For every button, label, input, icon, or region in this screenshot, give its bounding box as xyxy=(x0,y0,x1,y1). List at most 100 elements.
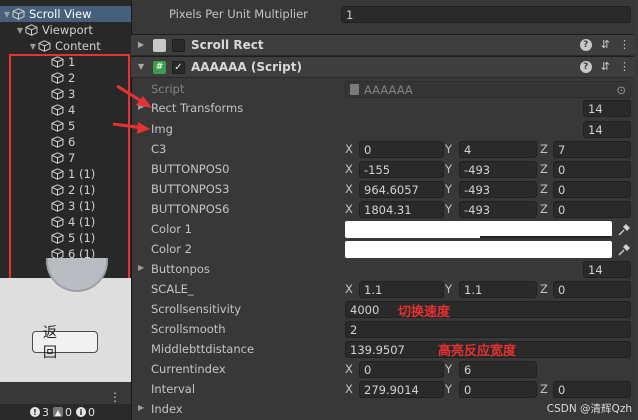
hierarchy-item[interactable]: ▼ Scroll View xyxy=(0,6,131,22)
hierarchy-item[interactable]: 4 xyxy=(0,102,131,118)
foldout-arrow-icon[interactable]: ▶ xyxy=(138,263,144,272)
buttonpos3-z-field[interactable]: 0 xyxy=(553,181,631,198)
x-axis-label: X xyxy=(345,182,353,196)
collapse-arrow-icon[interactable]: ▶ xyxy=(138,40,144,49)
foldout-arrow-icon[interactable]: ▶ xyxy=(138,403,144,412)
hierarchy-item[interactable]: 7 xyxy=(0,150,131,166)
img-size-field[interactable]: 14 xyxy=(583,121,631,138)
scale-label: SCALE_ xyxy=(151,282,194,296)
currentindex-y-field[interactable]: 6 xyxy=(459,361,537,378)
interval-y-field[interactable]: 0 xyxy=(459,381,537,398)
scale-y-field[interactable]: 1.1 xyxy=(459,281,537,298)
hierarchy-item[interactable]: 1 xyxy=(0,54,131,70)
presets-icon[interactable]: ⇵ xyxy=(601,38,610,51)
hierarchy-item[interactable]: 5 xyxy=(0,118,131,134)
foldout-arrow-icon[interactable]: ▶ xyxy=(138,102,144,111)
hierarchy-footer: ⋮ ! 3 ▲ 0 i0 xyxy=(0,382,131,420)
hierarchy-item[interactable]: ▼ Content xyxy=(0,38,131,54)
object-picker-icon[interactable]: ⊙ xyxy=(616,83,626,97)
gameobject-cube-icon xyxy=(51,232,65,244)
scale-z-field[interactable]: 0 xyxy=(553,281,631,298)
scroll-rect-title: Scroll Rect xyxy=(191,38,264,52)
foldout-arrow-icon[interactable]: ▼ xyxy=(28,42,38,51)
interval-z-field[interactable]: 0 xyxy=(553,381,631,398)
x-axis-label: X xyxy=(345,142,353,156)
csdn-watermark: CSDN @清辉Qzh xyxy=(546,403,632,415)
c3-label: C3 xyxy=(151,142,167,156)
c3-z-field[interactable]: 7 xyxy=(553,141,631,158)
scrollsensitivity-row: Scrollsensitivity 4000 xyxy=(131,300,638,320)
scale-x-field[interactable]: 1.1 xyxy=(359,281,444,298)
c3-x-field[interactable]: 0 xyxy=(359,141,444,158)
rect-transforms-size-field[interactable]: 14 xyxy=(583,100,631,117)
back-button[interactable]: 返 回 xyxy=(32,325,98,361)
gameobject-cube-icon xyxy=(51,168,65,180)
buttonpos0-y-field[interactable]: -493 xyxy=(459,161,537,178)
scrollsmooth-field[interactable]: 2 xyxy=(345,321,631,338)
y-axis-label: Y xyxy=(445,142,453,156)
hierarchy-item[interactable]: 5 (1) xyxy=(0,230,131,246)
hierarchy-item[interactable]: 3 (1) xyxy=(0,198,131,214)
color2-label: Color 2 xyxy=(151,242,192,256)
hierarchy-item[interactable]: 2 xyxy=(0,70,131,86)
game-view-circle xyxy=(46,258,108,292)
context-menu-icon[interactable]: ⋮ xyxy=(619,60,630,73)
currentindex-x-field[interactable]: 0 xyxy=(359,361,444,378)
message-count-badge[interactable]: i0 xyxy=(76,406,95,419)
interval-label: Interval xyxy=(151,382,196,396)
buttonpos-row[interactable]: ▶ Buttonpos 14 xyxy=(131,260,638,280)
scroll-rect-enabled-checkbox[interactable] xyxy=(172,39,185,52)
buttonpos3-x-field[interactable]: 964.6057 xyxy=(359,181,444,198)
buttonpos6-z-field[interactable]: 0 xyxy=(553,201,631,218)
buttonpos-size-field[interactable]: 14 xyxy=(583,261,631,278)
gameobject-cube-icon xyxy=(51,152,65,164)
buttonpos6-x-field[interactable]: 1804.31 xyxy=(359,201,444,218)
more-icon[interactable]: ⋮ xyxy=(109,390,121,404)
buttonpos3-y-field[interactable]: -493 xyxy=(459,181,537,198)
scroll-rect-header[interactable]: ▶ Scroll Rect ? ⇵ ⋮ xyxy=(131,34,638,56)
scrollsensitivity-field[interactable]: 4000 xyxy=(345,301,631,318)
color2-swatch[interactable] xyxy=(345,241,612,258)
img-row[interactable]: ▶ Img 14 xyxy=(131,120,638,140)
img-label: Img xyxy=(151,122,173,136)
presets-icon[interactable]: ⇵ xyxy=(601,60,610,73)
hierarchy-item[interactable]: 1 (1) xyxy=(0,166,131,182)
warning-count-badge[interactable]: ▲ 0 xyxy=(53,406,72,419)
rect-transforms-row[interactable]: ▶ Rect Transforms 14 xyxy=(131,99,638,119)
error-count-badge[interactable]: ! 3 xyxy=(30,406,49,419)
console-status-bar[interactable]: ! 3 ▲ 0 i0 xyxy=(0,404,131,420)
eyedropper-icon[interactable] xyxy=(617,223,631,237)
hierarchy-item[interactable]: ▼ Viewport xyxy=(0,22,131,38)
interval-x-field[interactable]: 279.9014 xyxy=(359,381,444,398)
hierarchy-item[interactable]: 3 xyxy=(0,86,131,102)
foldout-arrow-icon[interactable]: ▶ xyxy=(138,123,144,132)
eyedropper-icon[interactable] xyxy=(617,243,631,257)
pixels-per-unit-field[interactable]: 1 xyxy=(341,6,631,23)
z-axis-label: Z xyxy=(540,142,548,156)
foldout-arrow-icon[interactable]: ▼ xyxy=(2,10,12,19)
script-object-field[interactable]: AAAAAA ⊙ xyxy=(345,81,631,98)
expand-arrow-icon[interactable]: ▼ xyxy=(138,62,144,71)
hierarchy-item[interactable]: 4 (1) xyxy=(0,214,131,230)
gameobject-cube-icon xyxy=(25,24,39,36)
buttonpos0-z-field[interactable]: 0 xyxy=(553,161,631,178)
game-view-preview: 返 回 xyxy=(0,258,131,382)
script-component-header[interactable]: ▼ # ✓ AAAAAA (Script) ? ⇵ ⋮ xyxy=(131,56,638,78)
buttonpos0-x-field[interactable]: -155 xyxy=(359,161,444,178)
context-menu-icon[interactable]: ⋮ xyxy=(619,38,630,51)
help-icon[interactable]: ? xyxy=(579,39,592,51)
x-axis-label: X xyxy=(345,162,353,176)
buttonpos3-row: BUTTONPOS3 X 964.6057 Y -493 Z 0 xyxy=(131,180,638,200)
script-enabled-checkbox[interactable]: ✓ xyxy=(172,61,185,74)
hierarchy-item[interactable]: 6 xyxy=(0,134,131,150)
y-axis-label: Y xyxy=(445,202,453,216)
c3-y-field[interactable]: 4 xyxy=(459,141,537,158)
hierarchy-item[interactable]: 2 (1) xyxy=(0,182,131,198)
inspector-scrollbar[interactable] xyxy=(634,0,638,420)
script-label: Script xyxy=(151,82,185,96)
color1-swatch[interactable] xyxy=(345,221,612,238)
buttonpos6-y-field[interactable]: -493 xyxy=(459,201,537,218)
help-icon[interactable]: ? xyxy=(579,61,592,73)
hierarchy-item-label: 6 xyxy=(68,135,76,149)
foldout-arrow-icon[interactable]: ▼ xyxy=(15,26,25,35)
